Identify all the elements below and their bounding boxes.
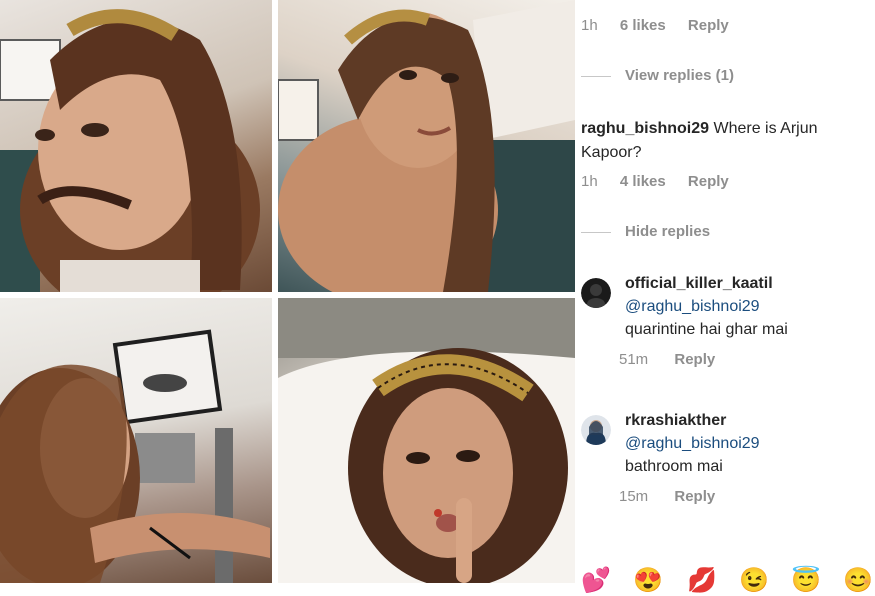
- view-replies-label: View replies (1): [625, 67, 734, 84]
- reply-meta: 51m Reply: [619, 351, 737, 368]
- reply-mention[interactable]: @raghu_bishnoi29: [625, 295, 871, 318]
- hide-replies-label: Hide replies: [625, 223, 711, 240]
- heart-eyes-emoji-icon[interactable]: 😍: [633, 566, 663, 596]
- kiss-mark-emoji-icon[interactable]: 💋: [687, 566, 717, 596]
- reply-button[interactable]: Reply: [688, 17, 729, 34]
- reply-time: 15m: [619, 488, 649, 505]
- previous-comment-meta: 1h 6 likes Reply: [581, 17, 747, 34]
- main-comment: raghu_bishnoi29 Where is Arjun Kapoor?: [581, 117, 871, 165]
- reply-meta: 15m Reply: [619, 488, 737, 505]
- main-comment-meta: 1h 4 likes Reply: [581, 173, 747, 190]
- reply-content: official_killer_kaatil @raghu_bishnoi29 …: [625, 272, 871, 341]
- reply-button[interactable]: Reply: [674, 351, 715, 368]
- hide-replies-button[interactable]: Hide replies: [581, 223, 710, 240]
- photo-selfie-shush: [278, 298, 575, 583]
- comment-username[interactable]: raghu_bishnoi29: [581, 120, 709, 137]
- photo-selfie-arm: [0, 298, 272, 583]
- avatar[interactable]: [581, 415, 611, 445]
- reply-username[interactable]: official_killer_kaatil: [625, 272, 871, 295]
- emoji-quick-bar: 💕 😍 💋 😉 😇 😊: [575, 558, 875, 594]
- view-replies-button[interactable]: View replies (1): [581, 67, 734, 84]
- reply-button[interactable]: Reply: [688, 173, 729, 190]
- reply-content: rkrashiakther @raghu_bishnoi29 bathroom …: [625, 409, 871, 478]
- reply-text: bathroom mai: [625, 458, 723, 475]
- reply-button[interactable]: Reply: [674, 488, 715, 505]
- smile-emoji-icon[interactable]: 😊: [843, 566, 873, 596]
- angel-emoji-icon[interactable]: 😇: [791, 566, 821, 596]
- comment-likes[interactable]: 6 likes: [620, 17, 666, 34]
- reply-mention[interactable]: @raghu_bishnoi29: [625, 432, 871, 455]
- comment-time: 1h: [581, 173, 598, 190]
- comment-time: 1h: [581, 17, 598, 34]
- comment-likes[interactable]: 4 likes: [620, 173, 666, 190]
- two-hearts-emoji-icon[interactable]: 💕: [581, 566, 611, 596]
- photo-selfie-mustache: [0, 0, 272, 292]
- wink-emoji-icon[interactable]: 😉: [739, 566, 769, 596]
- reply-username[interactable]: rkrashiakther: [625, 409, 871, 432]
- reply-time: 51m: [619, 351, 649, 368]
- photo-selfie-smile: [278, 0, 575, 292]
- replies-divider: [581, 75, 611, 77]
- comments-panel: 1h 6 likes Reply View replies (1) raghu_…: [575, 0, 875, 594]
- photo-collage: [0, 0, 575, 583]
- reply-text: quarintine hai ghar mai: [625, 321, 788, 338]
- replies-divider: [581, 231, 611, 233]
- avatar[interactable]: [581, 278, 611, 308]
